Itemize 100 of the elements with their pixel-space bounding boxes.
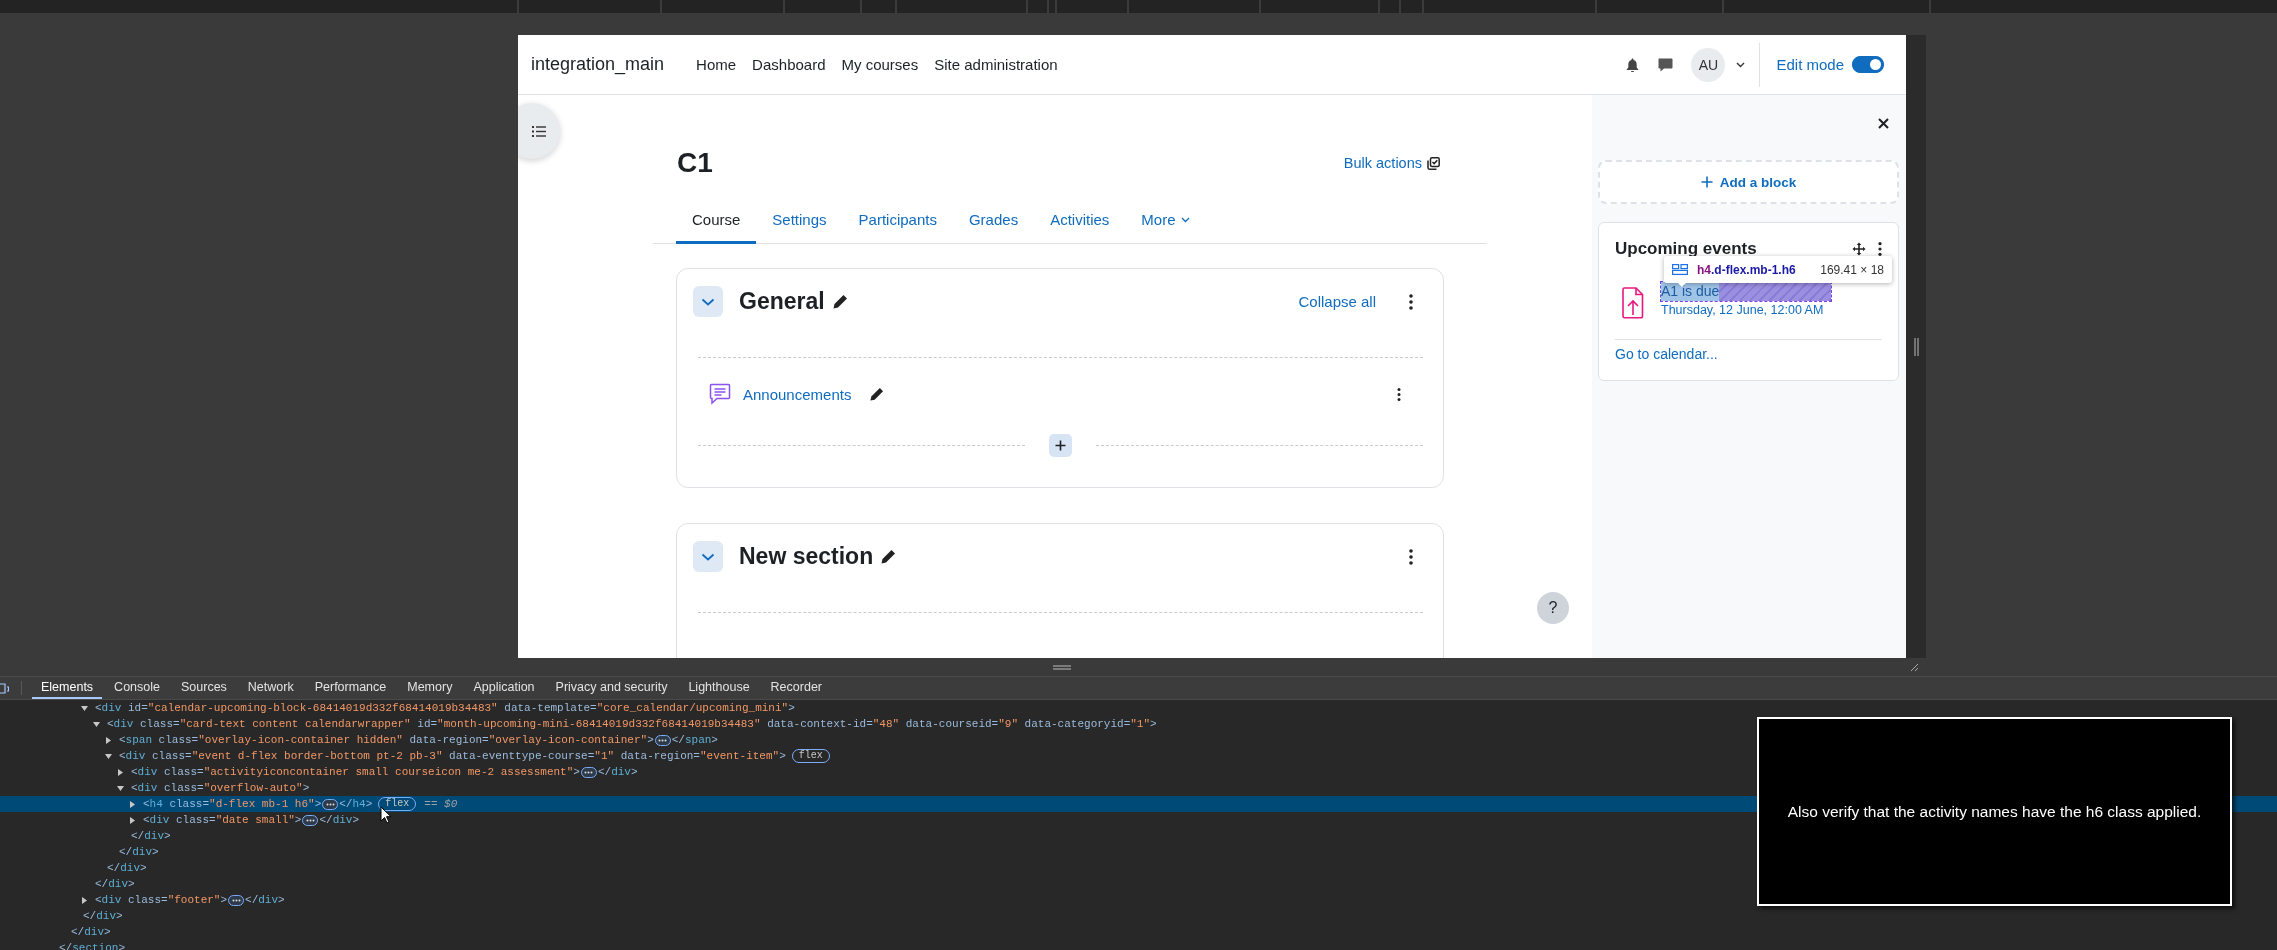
closing-tag: </div> (83, 910, 123, 922)
kebab-menu-icon[interactable] (1878, 242, 1882, 256)
closing-tag: </div> (319, 814, 360, 826)
closing-tag: </div> (119, 846, 159, 858)
course-tab[interactable]: Course (676, 200, 757, 244)
opening-tag[interactable]: <div class="activityiconcontainer small courseicon me-2 assessment"> (131, 766, 580, 778)
nav-link[interactable]: Site administration (934, 56, 1058, 73)
activity-link[interactable]: Announcements (743, 385, 852, 403)
disclosure-triangle-icon[interactable] (117, 768, 124, 776)
collapse-all-link[interactable]: Collapse all (1298, 293, 1376, 310)
block-title: Upcoming events (1615, 239, 1757, 259)
expand-button[interactable] (580, 766, 597, 778)
expand-button[interactable] (228, 894, 245, 906)
devtools-tab[interactable]: Lighthouse (679, 677, 759, 699)
flex-layout-icon (1672, 264, 1688, 275)
resize-handle-icon[interactable] (1052, 664, 1071, 670)
disclosure-triangle-icon[interactable] (105, 752, 112, 760)
kebab-menu-icon[interactable] (1409, 548, 1413, 565)
console-reference: == $0 (424, 798, 458, 810)
opening-tag[interactable]: <div id="calendar-upcoming-block-68414019d332f68414019b34483" data-template="core_calendar/upcoming_mini"> (95, 702, 795, 714)
file-upload-icon (1622, 287, 1644, 319)
bell-icon[interactable] (1626, 57, 1640, 72)
course-tab[interactable]: Participants (842, 200, 953, 244)
kebab-menu-icon[interactable] (1397, 387, 1401, 401)
disclosure-triangle-icon[interactable] (93, 720, 100, 728)
pencil-icon[interactable] (831, 293, 848, 310)
section-title: General (739, 288, 825, 315)
expand-button[interactable] (302, 814, 319, 826)
course-index-button[interactable] (518, 103, 560, 159)
user-avatar[interactable]: AU (1691, 47, 1726, 82)
chat-icon[interactable] (1658, 57, 1674, 72)
closing-tag: </div> (245, 894, 285, 906)
help-button[interactable]: ? (1537, 592, 1569, 624)
nav-link[interactable]: My courses (841, 56, 919, 73)
devtools-tab[interactable]: Recorder (761, 677, 831, 699)
devtools-tab[interactable]: Console (105, 677, 169, 699)
chevron-icon (701, 552, 715, 561)
close-icon[interactable] (1878, 118, 1889, 129)
plus-icon (1700, 176, 1713, 188)
opening-tag[interactable]: <div class="event d-flex border-bottom pt-2 pb-3" data-eventtype-course="1" data-region="event-item"> (119, 750, 786, 762)
course-tab[interactable]: Settings (756, 200, 843, 244)
pencil-icon[interactable] (880, 548, 897, 565)
devtools-tab[interactable]: Network (238, 677, 303, 699)
disclosure-triangle-icon[interactable] (105, 736, 112, 744)
kebab-menu-icon[interactable] (1409, 293, 1413, 310)
devtools-tab[interactable]: Sources (172, 677, 236, 699)
message-text: Also verify that the activity names have the h6 class applied. (1787, 802, 2202, 821)
disclosure-triangle-icon[interactable] (117, 784, 124, 792)
add-block-button[interactable]: Add a block (1598, 160, 1899, 204)
section-toggle[interactable] (693, 541, 723, 572)
course-tab[interactable]: Grades (952, 200, 1035, 244)
element-selector: h4.d-flex.mb-1.h6 (1697, 262, 1796, 277)
closing-tag: </div> (107, 862, 147, 874)
event-link[interactable]: A1 is due (1661, 282, 1720, 301)
devtools-tab[interactable]: Application (464, 677, 544, 699)
site-name[interactable]: integration_main (531, 54, 665, 75)
course-title: C1 (677, 147, 713, 179)
disclosure-triangle-icon[interactable] (129, 816, 136, 824)
opening-tag[interactable]: <div class="footer"> (95, 894, 228, 906)
opening-tag[interactable]: <div class="card-text content calendarwrapper" id="month-upcoming-mini-68414019d332f68414019b34483" data-context-id="48" data-courseid="9" data-categoryid="1"> (107, 718, 1157, 730)
expand-button[interactable] (322, 798, 339, 810)
devtools-tab[interactable]: Privacy and security (546, 677, 677, 699)
resize-handle-icon[interactable] (1913, 337, 1919, 356)
devtools-tab[interactable]: Memory (398, 677, 462, 699)
devtools-tab[interactable]: Performance (305, 677, 396, 699)
calendar-link[interactable]: Go to calendar... (1615, 346, 1882, 362)
disclosure-triangle-icon[interactable] (81, 704, 88, 712)
caret-icon[interactable] (1736, 61, 1746, 68)
resize-corner-icon[interactable] (1910, 663, 1919, 672)
plus-icon (1055, 440, 1066, 451)
disclosure-triangle-icon[interactable] (129, 800, 136, 808)
opening-tag[interactable]: <span class="overlay-icon-container hidden" data-region="overlay-icon-container"> (119, 734, 654, 746)
checklist-icon (1427, 156, 1440, 170)
pencil-icon[interactable] (869, 386, 885, 402)
ellipsis-icon (658, 738, 668, 742)
mouse-cursor-icon (380, 806, 392, 824)
edit-mode-toggle[interactable] (1852, 56, 1884, 73)
disclosure-triangle-icon[interactable] (81, 896, 88, 904)
course-tab[interactable]: Activities (1034, 200, 1126, 244)
section-toggle[interactable] (693, 286, 723, 317)
nav-link[interactable]: Dashboard (752, 56, 826, 73)
opening-tag[interactable]: <h4 class="d-flex mb-1 h6"> (143, 798, 322, 810)
device-toolbar-icon[interactable] (0, 682, 9, 694)
list-icon (532, 125, 546, 137)
course-tab[interactable]: More (1125, 200, 1206, 244)
move-icon[interactable] (1852, 242, 1866, 256)
bulk-actions-link[interactable]: Bulk actions (1343, 155, 1440, 171)
caret-icon (1180, 216, 1190, 223)
add-content-button[interactable] (1049, 434, 1072, 457)
opening-tag[interactable]: <div class="overflow-auto"> (131, 782, 310, 794)
closing-tag: </h4> (339, 798, 373, 810)
expand-button[interactable] (654, 734, 671, 746)
nav-link[interactable]: Home (696, 56, 737, 73)
closing-tag: </div> (597, 766, 638, 778)
ellipsis-icon (325, 802, 335, 806)
opening-tag[interactable]: <div class="date small"> (143, 814, 302, 826)
element-size: 169.41 × 18 (1820, 262, 1884, 277)
section-title: New section (739, 543, 874, 570)
event-date: Thursday, 12 June, 12:00 AM (1661, 303, 1825, 317)
ellipsis-icon (305, 818, 315, 822)
